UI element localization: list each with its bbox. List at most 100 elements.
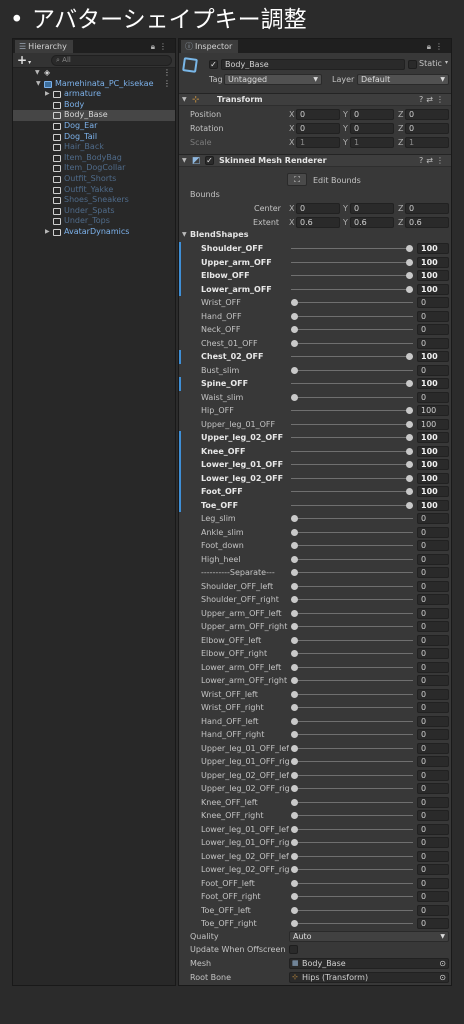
blendshape-value-field[interactable]: 0 bbox=[417, 621, 449, 632]
slider-track[interactable] bbox=[291, 504, 413, 506]
blendshape-value-field[interactable]: 0 bbox=[417, 661, 449, 673]
blendshape-value-field[interactable]: 0 bbox=[417, 688, 449, 700]
hierarchy-item[interactable]: Outfit_Yakke bbox=[13, 185, 175, 196]
rotation-y-field[interactable]: 0 bbox=[350, 123, 394, 134]
blendshape-value-field[interactable]: 100 bbox=[417, 283, 449, 295]
slider-handle[interactable] bbox=[291, 866, 298, 873]
hierarchy-item[interactable]: Under_Spats bbox=[13, 206, 175, 217]
blendshape-value-field[interactable]: 100 bbox=[417, 445, 449, 457]
slider-track[interactable] bbox=[291, 531, 413, 533]
slider-handle[interactable] bbox=[291, 704, 298, 711]
slider-handle[interactable] bbox=[291, 366, 298, 374]
blendshape-value-field[interactable]: 0 bbox=[417, 756, 449, 767]
slider-handle[interactable] bbox=[291, 744, 298, 752]
blendshape-value-field[interactable]: 100 bbox=[417, 378, 449, 389]
slider-handle[interactable] bbox=[291, 650, 298, 657]
slider-track[interactable] bbox=[291, 788, 413, 789]
slider-handle[interactable] bbox=[291, 812, 298, 819]
slider-handle[interactable] bbox=[406, 245, 413, 252]
blendshape-value-field[interactable]: 0 bbox=[417, 904, 449, 916]
slider-handle[interactable] bbox=[291, 758, 298, 765]
slider-track[interactable] bbox=[291, 842, 413, 843]
slider-handle[interactable] bbox=[291, 690, 298, 698]
blendshape-value-field[interactable]: 0 bbox=[417, 729, 449, 740]
slider-handle[interactable] bbox=[406, 258, 413, 266]
slider-track[interactable] bbox=[291, 680, 413, 681]
kebab-menu-icon[interactable]: ⋮ bbox=[436, 95, 447, 104]
tag-dropdown[interactable]: Untagged ▼ bbox=[224, 74, 322, 85]
slider-track[interactable] bbox=[291, 747, 413, 749]
slider-handle[interactable] bbox=[406, 353, 413, 360]
layer-dropdown[interactable]: Default ▼ bbox=[357, 74, 449, 85]
update-offscreen-checkbox[interactable] bbox=[289, 945, 298, 954]
slider-handle[interactable] bbox=[291, 852, 298, 860]
slider-track[interactable] bbox=[291, 626, 413, 627]
hierarchy-item[interactable]: Dog_Tail bbox=[13, 132, 175, 143]
slider-track[interactable] bbox=[291, 896, 413, 897]
slider-handle[interactable] bbox=[406, 488, 413, 495]
blendshape-value-field[interactable]: 0 bbox=[417, 702, 449, 713]
slider-track[interactable] bbox=[291, 248, 413, 249]
slider-handle[interactable] bbox=[406, 501, 413, 509]
hierarchy-item[interactable]: Item_DogCollar bbox=[13, 163, 175, 174]
slider-handle[interactable] bbox=[291, 663, 298, 671]
slider-track[interactable] bbox=[291, 828, 413, 830]
kebab-menu-icon[interactable]: ⋮ bbox=[163, 68, 171, 79]
gameobject-cube-icon[interactable] bbox=[182, 57, 198, 73]
slider-handle[interactable] bbox=[291, 920, 298, 927]
slider-track[interactable] bbox=[291, 585, 413, 587]
blendshape-value-field[interactable]: 0 bbox=[417, 823, 449, 835]
slider-handle[interactable] bbox=[291, 339, 298, 347]
expand-arrow-icon[interactable]: ▶ bbox=[45, 89, 50, 100]
blendshape-value-field[interactable]: 0 bbox=[417, 553, 449, 565]
slider-track[interactable] bbox=[291, 909, 413, 911]
blendshape-value-field[interactable]: 100 bbox=[417, 472, 449, 484]
slider-handle[interactable] bbox=[291, 677, 298, 684]
object-picker-icon[interactable]: ⊙ bbox=[439, 973, 446, 982]
slider-handle[interactable] bbox=[291, 528, 298, 536]
blendshape-value-field[interactable]: 0 bbox=[417, 526, 449, 538]
blendshape-value-field[interactable]: 100 bbox=[417, 418, 449, 430]
blendshape-value-field[interactable]: 0 bbox=[417, 837, 449, 848]
extent-z-field[interactable]: 0.6 bbox=[405, 217, 449, 228]
scale-y-field[interactable]: 1 bbox=[350, 137, 394, 148]
blendshape-value-field[interactable]: 0 bbox=[417, 796, 449, 808]
blendshape-value-field[interactable]: 0 bbox=[417, 607, 449, 619]
blendshape-value-field[interactable]: 100 bbox=[417, 432, 449, 443]
expand-arrow-icon[interactable]: ▶ bbox=[45, 227, 50, 238]
hierarchy-item[interactable]: Item_BodyBag bbox=[13, 153, 175, 164]
object-picker-icon[interactable]: ⊙ bbox=[439, 959, 446, 968]
slider-handle[interactable] bbox=[291, 893, 298, 900]
slider-track[interactable] bbox=[291, 801, 413, 803]
slider-track[interactable] bbox=[291, 558, 413, 560]
kebab-menu-icon[interactable]: ⋮ bbox=[435, 42, 447, 51]
slider-track[interactable] bbox=[291, 369, 413, 371]
slider-handle[interactable] bbox=[291, 623, 298, 630]
hierarchy-item[interactable]: Shoes_Sneakers bbox=[13, 195, 175, 206]
blendshape-value-field[interactable]: 100 bbox=[417, 351, 449, 362]
slider-track[interactable] bbox=[291, 882, 413, 884]
scene-row[interactable]: ▼ ◈ ⋮ bbox=[13, 68, 175, 79]
slider-track[interactable] bbox=[291, 302, 413, 303]
blendshape-value-field[interactable]: 0 bbox=[417, 918, 449, 929]
chevron-down-icon[interactable]: ▾ bbox=[445, 59, 448, 66]
rotation-z-field[interactable]: 0 bbox=[405, 123, 449, 134]
hierarchy-item[interactable]: Dog_Ear bbox=[13, 121, 175, 132]
slider-track[interactable] bbox=[291, 396, 413, 398]
blendshape-value-field[interactable]: 0 bbox=[417, 540, 449, 551]
root-bone-field[interactable]: ⊹ Hips (Transform) ⊙ bbox=[289, 972, 449, 983]
slider-track[interactable] bbox=[291, 774, 413, 776]
blendshape-value-field[interactable]: 100 bbox=[417, 243, 449, 254]
blendshape-value-field[interactable]: 0 bbox=[417, 364, 449, 376]
foldout-arrow-icon[interactable]: ▼ bbox=[182, 94, 187, 106]
hierarchy-item[interactable]: Body bbox=[13, 100, 175, 111]
extent-y-field[interactable]: 0.6 bbox=[350, 217, 394, 228]
blendshape-value-field[interactable]: 0 bbox=[417, 513, 449, 524]
blendshape-value-field[interactable]: 0 bbox=[417, 391, 449, 403]
hierarchy-tab[interactable]: ☰ Hierarchy bbox=[15, 40, 73, 53]
blendshape-value-field[interactable]: 0 bbox=[417, 783, 449, 794]
slider-track[interactable] bbox=[291, 437, 413, 438]
slider-handle[interactable] bbox=[291, 785, 298, 792]
slider-handle[interactable] bbox=[291, 825, 298, 833]
slider-track[interactable] bbox=[291, 666, 413, 668]
